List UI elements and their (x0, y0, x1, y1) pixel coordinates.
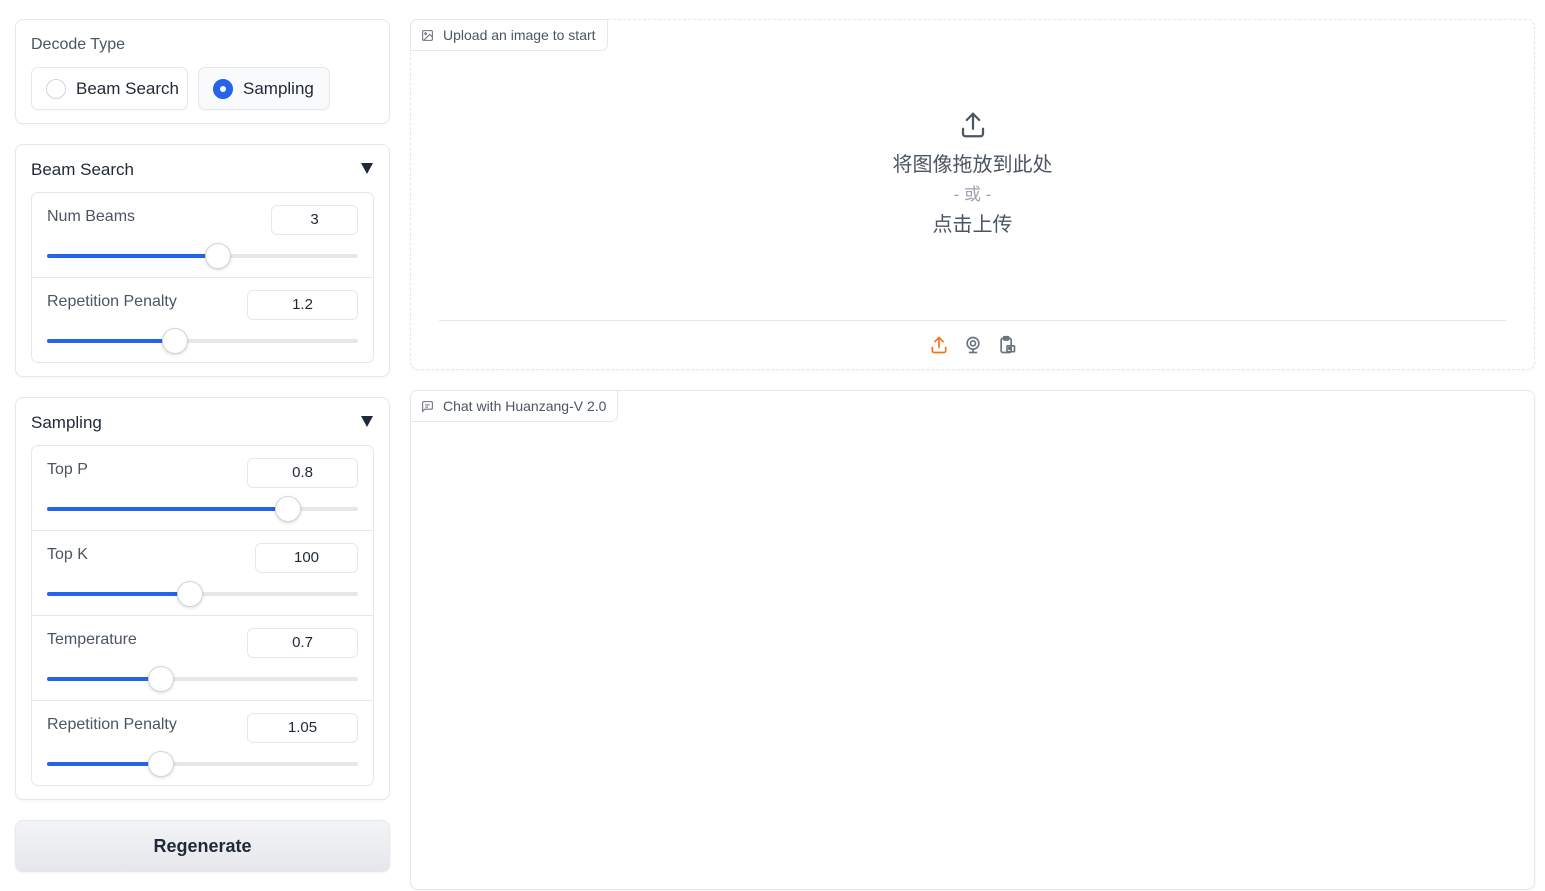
beam-repetition-penalty-label: Repetition Penalty (47, 293, 177, 310)
radio-beam-search[interactable]: Beam Search (31, 67, 188, 110)
top-k-slider[interactable] (47, 581, 358, 607)
temperature-label: Temperature (47, 631, 137, 648)
chat-tag: Chat with Huanzang-V 2.0 (410, 390, 619, 422)
top-p-label: Top P (47, 461, 88, 478)
temperature-input[interactable]: 0.7 (247, 628, 358, 658)
beam-repetition-penalty-slider-thumb[interactable] (161, 328, 188, 354)
top-k-slider-block: Top K 100 (32, 531, 373, 616)
beam-repetition-penalty-input[interactable]: 1.2 (247, 290, 358, 320)
upload-source-icon (931, 336, 946, 354)
top-k-slider-thumb[interactable] (177, 581, 204, 607)
drop-or-text: - 或 - (953, 185, 992, 204)
top-k-slider-fill (47, 592, 191, 596)
sampling-repetition-penalty-slider-thumb[interactable] (147, 751, 174, 777)
image-icon (422, 29, 433, 41)
sampling-repetition-penalty-slider[interactable] (47, 751, 358, 777)
upload-tag-label: Upload an image to start (443, 27, 596, 43)
decode-type-panel: Decode Type Beam Search Sampling (15, 19, 390, 124)
num-beams-input[interactable]: 3 (271, 205, 358, 235)
beam-search-title[interactable]: Beam Search (31, 160, 134, 180)
radio-sampling-label: Sampling (243, 78, 314, 98)
webcam-source-button[interactable] (962, 334, 984, 356)
top-p-input[interactable]: 0.8 (247, 458, 358, 488)
sampling-controls: Top P 0.8 Top K 100 Temperature 0.7 Repe… (31, 445, 374, 786)
beam-search-controls: Num Beams 3 Repetition Penalty 1.2 (31, 192, 374, 363)
sampling-repetition-penalty-slider-block: Repetition Penalty 1.05 (32, 701, 373, 786)
sampling-repetition-penalty-input[interactable]: 1.05 (247, 713, 358, 743)
upload-source-button[interactable] (928, 334, 950, 356)
top-k-label: Top K (47, 546, 88, 563)
chatbot-panel: Chat with Huanzang-V 2.0 (410, 390, 1535, 890)
num-beams-slider-thumb[interactable] (205, 243, 232, 269)
radio-beam-search-label: Beam Search (76, 78, 179, 98)
num-beams-label: Num Beams (47, 208, 136, 225)
top-p-slider-fill (47, 507, 289, 511)
radio-sampling-circle[interactable] (213, 78, 233, 99)
drop-text: 将图像拖放到此处 (892, 154, 1053, 176)
image-source-selector (411, 334, 1534, 356)
chat-icon (422, 400, 433, 413)
webcam-icon (965, 336, 980, 354)
clipboard-source-button[interactable] (996, 334, 1018, 356)
image-upload-panel: Upload an image to start 将图像拖放到此处 - 或 - … (410, 19, 1535, 370)
decode-type-label: Decode Type (31, 36, 125, 53)
beam-search-accordion: Beam Search Num Beams 3 Repetition Penal… (15, 144, 390, 377)
caret-down-icon[interactable] (361, 416, 373, 427)
beam-repetition-penalty-slider[interactable] (47, 328, 358, 354)
num-beams-slider[interactable] (47, 243, 358, 269)
radio-beam-search-circle[interactable] (46, 78, 66, 99)
temperature-slider-block: Temperature 0.7 (32, 616, 373, 701)
clipboard-icon (999, 335, 1015, 354)
beam-repetition-penalty-slider-fill (47, 339, 175, 343)
chat-tag-label: Chat with Huanzang-V 2.0 (443, 398, 607, 414)
upload-divider (439, 320, 1506, 321)
sampling-accordion: Sampling Top P 0.8 Top K 100 Temperature… (15, 397, 390, 800)
top-k-input[interactable]: 100 (255, 543, 358, 573)
top-p-slider-thumb[interactable] (275, 496, 302, 522)
caret-down-icon[interactable] (361, 163, 373, 174)
upload-tag: Upload an image to start (410, 19, 608, 51)
temperature-slider-fill (47, 677, 161, 681)
num-beams-slider-block: Num Beams 3 (32, 193, 373, 278)
image-drop-zone[interactable]: 将图像拖放到此处 - 或 - 点击上传 (411, 110, 1534, 240)
click-upload-text: 点击上传 (932, 214, 1013, 236)
regenerate-button[interactable]: Regenerate (15, 820, 390, 872)
top-p-slider[interactable] (47, 496, 358, 522)
sampling-repetition-penalty-label: Repetition Penalty (47, 716, 177, 733)
beam-repetition-penalty-slider-block: Repetition Penalty 1.2 (32, 278, 373, 363)
sampling-title[interactable]: Sampling (31, 413, 102, 433)
top-p-slider-block: Top P 0.8 (32, 446, 373, 531)
num-beams-slider-fill (47, 254, 219, 258)
sampling-repetition-penalty-slider-fill (47, 762, 161, 766)
temperature-slider-thumb[interactable] (147, 666, 174, 692)
upload-icon (961, 112, 984, 138)
radio-sampling[interactable]: Sampling (198, 67, 330, 110)
temperature-slider[interactable] (47, 666, 358, 692)
